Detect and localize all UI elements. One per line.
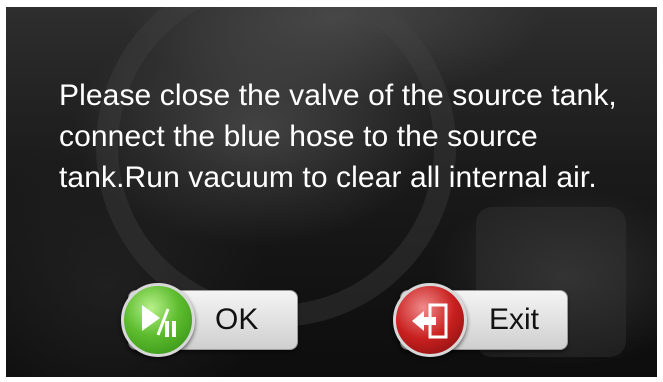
instruction-message: Please close the valve of the source tan… bbox=[59, 79, 617, 194]
ok-button[interactable]: OK bbox=[121, 283, 298, 357]
exit-button-label: Exit bbox=[489, 303, 540, 336]
ok-button-label: OK bbox=[215, 303, 259, 336]
exit-door-icon bbox=[393, 283, 467, 357]
exit-button[interactable]: Exit bbox=[393, 283, 568, 357]
play-pause-icon bbox=[121, 283, 195, 357]
dialog-screen: Please close the valve of the source tan… bbox=[6, 7, 657, 377]
